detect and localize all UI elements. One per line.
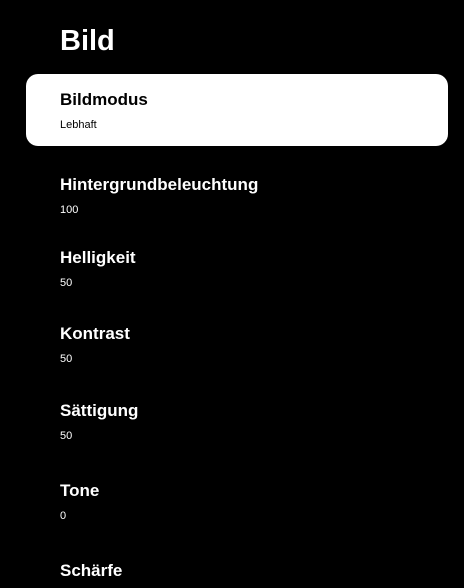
menu-item-label: Bildmodus (60, 90, 148, 109)
menu-item-label: Hintergrundbeleuchtung (60, 175, 259, 194)
menu-item-value: Lebhaft (60, 119, 97, 131)
menu-item-picture-mode[interactable]: Bildmodus Lebhaft (26, 74, 448, 146)
menu-item-saturation[interactable]: Sättigung 50 (26, 400, 448, 443)
menu-item-value: 50 (60, 353, 73, 365)
menu-item-brightness[interactable]: Helligkeit 50 (26, 247, 448, 290)
menu-item-label: Helligkeit (60, 248, 136, 267)
picture-settings-panel: Bild Bildmodus Lebhaft Hintergrundbeleuc… (0, 0, 464, 588)
menu-item-tone[interactable]: Tone 0 (26, 480, 448, 523)
menu-item-label: Sättigung (60, 401, 139, 420)
menu-item-label: Schärfe (60, 561, 123, 580)
menu-item-label: Kontrast (60, 324, 130, 343)
page-title: Bild (60, 25, 115, 57)
menu-item-value: 0 (60, 510, 67, 522)
menu-item-contrast[interactable]: Kontrast 50 (26, 323, 448, 366)
menu-item-value: 50 (60, 277, 73, 289)
menu-item-label: Tone (60, 481, 100, 500)
menu-item-sharpness[interactable]: Schärfe (26, 560, 448, 582)
menu-item-value: 100 (60, 204, 79, 216)
menu-item-value: 50 (60, 430, 73, 442)
menu-item-backlight[interactable]: Hintergrundbeleuchtung 100 (26, 174, 448, 217)
